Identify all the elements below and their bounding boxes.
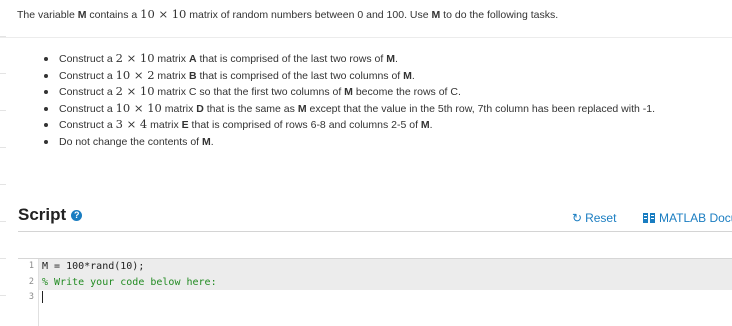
script-header-divider — [18, 231, 732, 232]
problem-intro: The variable M contains a 10 × 10 matrix… — [17, 7, 559, 21]
line-number-gutter: 1 2 3 — [18, 259, 39, 326]
script-header: Script ? — [18, 205, 83, 225]
book-grid-icon — [643, 213, 655, 223]
line-number: 3 — [28, 292, 34, 302]
matlab-documentation-button[interactable]: MATLAB Docu — [643, 211, 732, 225]
task-item: Construct a 10 × 2 matrix B that is comp… — [41, 67, 721, 84]
task-item: Construct a 2 × 10 matrix C so that the … — [41, 83, 721, 100]
intro-divider — [0, 37, 732, 38]
code-editor[interactable]: 1 2 3 M = 100*rand(10); % Write your cod… — [18, 258, 732, 326]
reset-label: Reset — [585, 211, 617, 225]
refresh-icon: ↻ — [572, 211, 583, 225]
reset-button[interactable]: ↻ Reset — [572, 211, 616, 225]
task-item: Do not change the contents of M. — [41, 133, 721, 150]
line-number: 2 — [28, 276, 34, 287]
matlab-documentation-label: MATLAB Docu — [659, 211, 732, 225]
task-list: Construct a 2 × 10 matrix A that is comp… — [41, 50, 721, 149]
line-number: 1 — [28, 261, 34, 271]
code-lines[interactable]: M = 100*rand(10); % Write your code belo… — [39, 259, 732, 306]
task-item: Construct a 3 × 4 matrix E that is compr… — [41, 116, 721, 133]
script-title: Script — [18, 205, 67, 224]
code-line[interactable]: % Write your code below here: — [39, 274, 732, 290]
question-circle-icon[interactable]: ? — [71, 209, 83, 221]
text-cursor — [42, 291, 43, 303]
task-item: Construct a 10 × 10 matrix D that is the… — [41, 100, 721, 117]
task-item: Construct a 2 × 10 matrix A that is comp… — [41, 50, 721, 67]
left-margin-rule — [0, 0, 6, 325]
code-line-active[interactable] — [39, 290, 732, 306]
code-line[interactable]: M = 100*rand(10); — [39, 259, 732, 275]
